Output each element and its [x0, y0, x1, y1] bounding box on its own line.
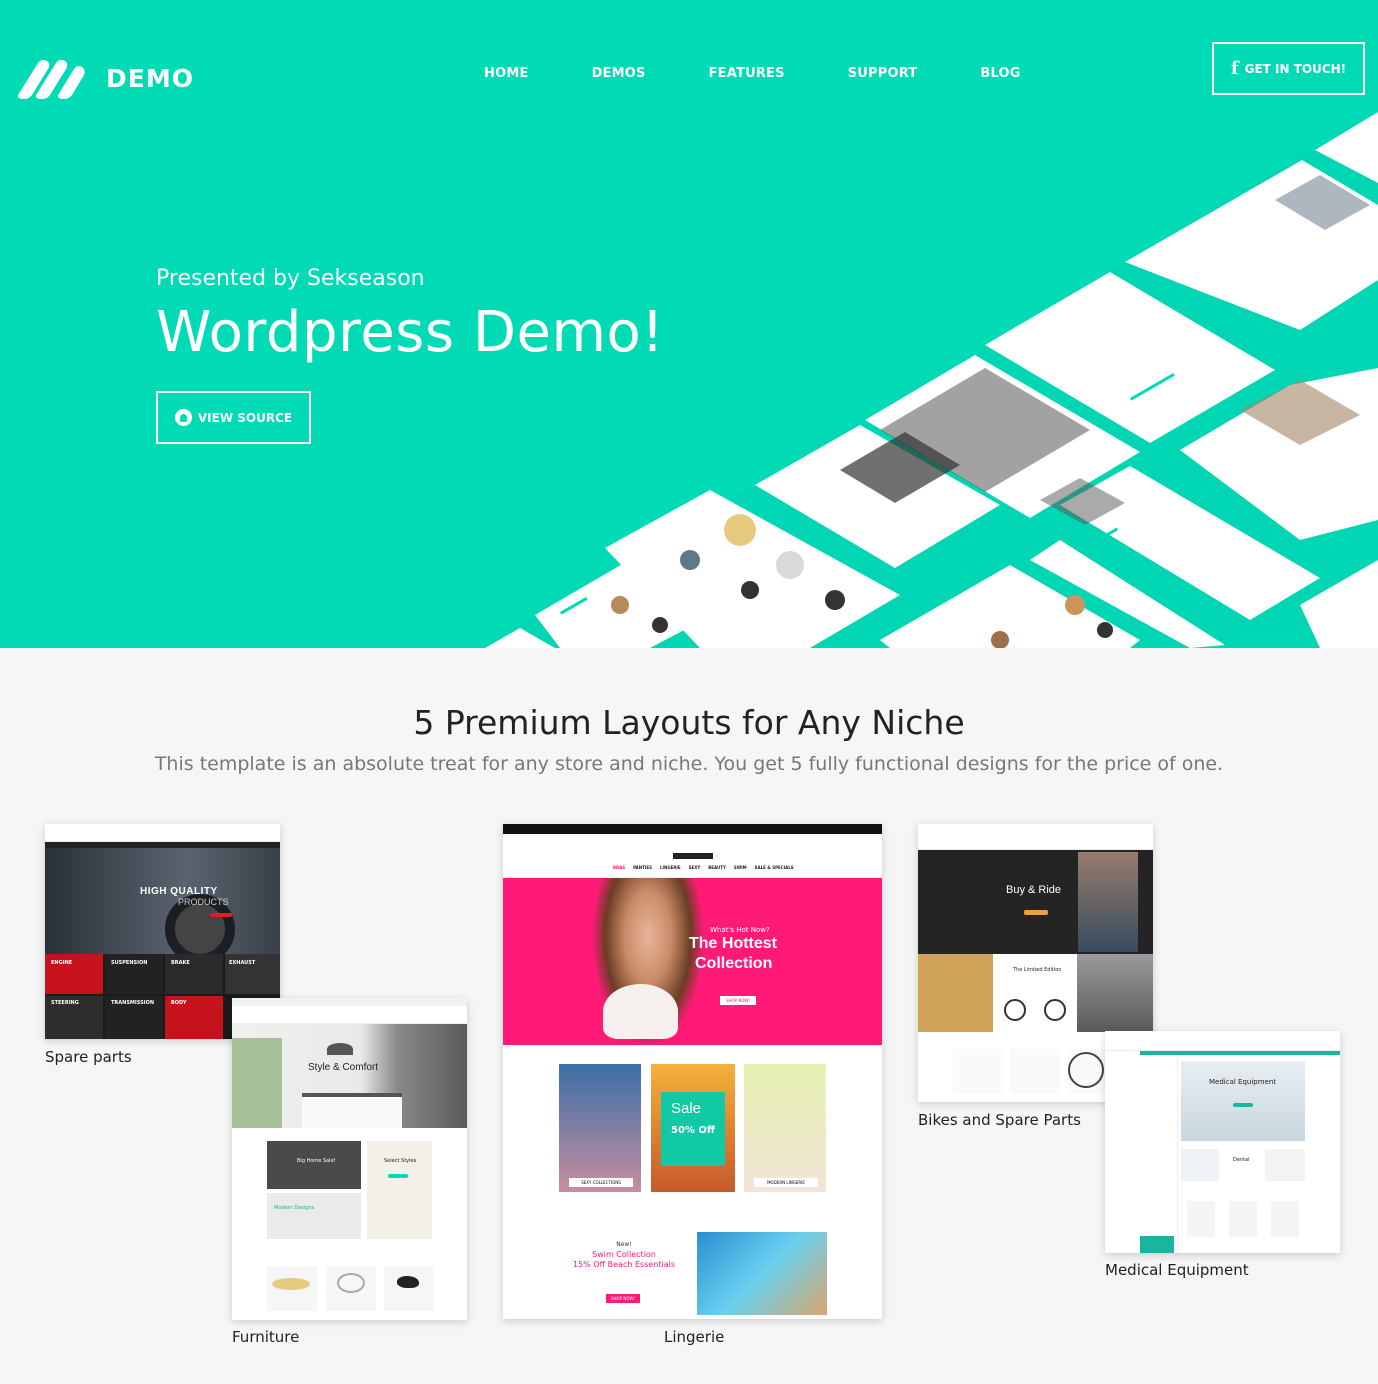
furniture-banner-title: Style & Comfort — [308, 1062, 379, 1073]
lingerie-menu-item[interactable]: SEXY — [689, 865, 701, 870]
spare-tile-exhaust: EXHAUST — [229, 960, 256, 966]
lingerie-banner-title-1: The Hottest — [689, 935, 777, 952]
lingerie-menu-item[interactable]: BEAUTY — [708, 865, 726, 870]
main-nav: HOME DEMOS FEATURES SUPPORT BLOG — [484, 66, 1084, 81]
lingerie-tile-1-label: SEXY COLLECTIONS — [569, 1178, 633, 1187]
spare-tile-body: BODY — [171, 1000, 187, 1006]
view-source-button[interactable]: VIEW SOURCE — [156, 391, 311, 444]
caption-spare-parts: Spare parts — [45, 1048, 132, 1066]
caption-furniture: Furniture — [232, 1328, 300, 1346]
layout-thumb-medical[interactable]: Medical Equipment Dental — [1105, 1031, 1340, 1253]
nav-support[interactable]: SUPPORT — [848, 66, 918, 81]
bikes-promo: The Limited Edition — [1013, 967, 1062, 973]
spare-tile-brake: BRAKE — [171, 960, 190, 966]
spare-tile-transmission: TRANSMISSION — [111, 1000, 155, 1006]
caption-lingerie: Lingerie — [664, 1328, 725, 1346]
spare-tile-suspension: SUSPENSION — [111, 960, 148, 966]
furniture-promo-3: Modern Designs — [274, 1205, 315, 1211]
layout-thumb-furniture[interactable]: Style & Comfort Big Home Sale! Select St… — [232, 998, 467, 1320]
medical-banner-title: Medical Equipment — [1209, 1078, 1277, 1086]
lingerie-sale-title: Sale — [671, 1100, 702, 1117]
lingerie-promo-title-2: 15% Off Beach Essentials — [572, 1260, 676, 1269]
lingerie-promo-button[interactable]: SHOP NOW! — [606, 1294, 640, 1303]
layout-thumb-lingerie[interactable]: BRAS PANTIES LINGERIE SEXY BEAUTY SWIM S… — [503, 824, 882, 1319]
lingerie-shop-now-button[interactable]: SHOP NOW! — [720, 996, 756, 1005]
lingerie-promo-title-1: Swim Collection — [592, 1250, 656, 1259]
github-icon — [174, 409, 192, 426]
lingerie-menu-item[interactable]: SWIM — [734, 865, 747, 870]
logo-mark-icon — [17, 59, 85, 99]
section-title: 5 Premium Layouts for Any Niche — [413, 703, 965, 742]
hero-section: DEMO HOME DEMOS FEATURES SUPPORT BLOG f … — [0, 0, 1378, 648]
medical-promo: Dental — [1233, 1157, 1250, 1163]
lingerie-menu-item[interactable]: SALE & SPECIALS — [755, 865, 794, 870]
bikes-banner-title: Buy & Ride — [1006, 884, 1062, 896]
get-in-touch-label: GET IN TOUCH! — [1244, 61, 1347, 76]
caption-bikes: Bikes and Spare Parts — [918, 1111, 1081, 1129]
spare-tile-steering: STEERING — [51, 1000, 79, 1006]
nav-features[interactable]: FEATURES — [709, 66, 785, 81]
nav-blog[interactable]: BLOG — [980, 66, 1020, 81]
lingerie-sale-off: 50% Off — [671, 1125, 716, 1136]
section-subtitle: This template is an absolute treat for a… — [154, 753, 1224, 775]
nav-demos[interactable]: DEMOS — [592, 66, 646, 81]
lingerie-menu-item[interactable]: PANTIES — [633, 865, 652, 870]
lingerie-banner-kicker: What's Hot Now? — [710, 926, 770, 934]
furniture-promo-2: Select Styles — [384, 1158, 417, 1164]
spare-banner-title: HIGH QUALITY — [140, 886, 218, 897]
view-source-label: VIEW SOURCE — [197, 410, 293, 425]
lingerie-tile-3-label: MODERN LINGERIE — [754, 1178, 818, 1187]
facebook-icon: f — [1230, 58, 1239, 79]
lingerie-menu: BRAS PANTIES LINGERIE SEXY BEAUTY SWIM S… — [613, 865, 794, 870]
logo-text: DEMO — [106, 63, 194, 93]
spare-tile-engine: ENGINE — [51, 960, 73, 966]
lingerie-menu-item[interactable]: BRAS — [613, 865, 625, 870]
spare-banner-subtitle: PRODUCTS — [178, 897, 229, 907]
caption-medical: Medical Equipment — [1105, 1261, 1249, 1279]
lingerie-menu-item[interactable]: LINGERIE — [660, 865, 681, 870]
lingerie-banner-title-2: Collection — [695, 955, 773, 972]
brand-logo[interactable]: DEMO — [14, 55, 194, 101]
lingerie-promo-kicker: New! — [616, 1241, 632, 1248]
nav-home[interactable]: HOME — [484, 66, 529, 81]
furniture-promo-1: Big Home Sale! — [297, 1158, 336, 1164]
hero-title: Wordpress Demo! — [156, 300, 665, 365]
hero-presented-by: Presented by Sekseason — [156, 266, 425, 291]
get-in-touch-button[interactable]: f GET IN TOUCH! — [1212, 42, 1365, 95]
